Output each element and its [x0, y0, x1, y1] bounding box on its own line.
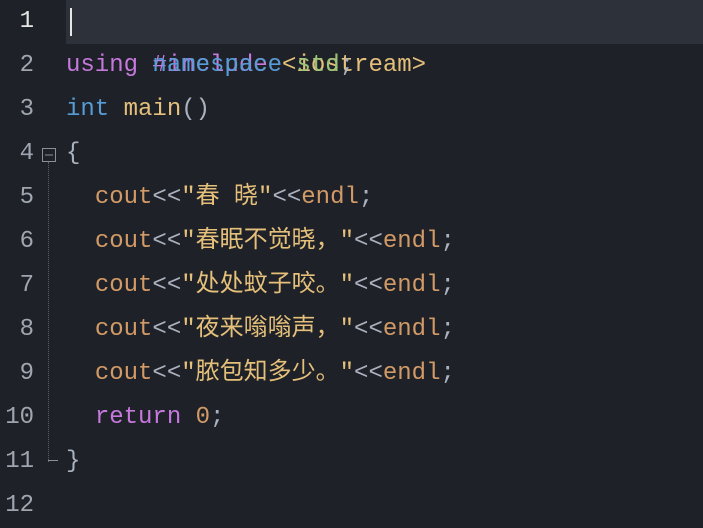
token-keyword: return: [95, 404, 181, 431]
code-area[interactable]: #include <iostream> using namespace std;…: [62, 0, 703, 527]
code-line[interactable]: }: [66, 440, 703, 484]
line-number: 8: [0, 308, 34, 352]
code-line[interactable]: cout<<"夜来嗡嗡声，"<<endl;: [66, 308, 703, 352]
line-number: 10: [0, 396, 34, 440]
code-line[interactable]: return 0;: [66, 396, 703, 440]
token-keyword: using: [66, 52, 138, 79]
line-number: 2: [0, 44, 34, 88]
line-number-gutter: 1 2 3 4 5 6 7 8 9 10 11 12: [0, 0, 40, 527]
code-line[interactable]: cout<<"脓包知多少。"<<endl;: [66, 352, 703, 396]
fold-end-marker: [48, 460, 58, 461]
code-line[interactable]: cout<<"处处蚊子咬。"<<endl;: [66, 264, 703, 308]
token-type: int: [66, 96, 109, 123]
line-number: 7: [0, 264, 34, 308]
line-number: 12: [0, 484, 34, 528]
code-line[interactable]: using namespace std;: [66, 44, 703, 88]
fold-toggle-icon[interactable]: [42, 148, 56, 162]
token-punct: (): [181, 96, 210, 123]
token-string: "处处蚊子咬。": [181, 272, 354, 299]
text-cursor: [70, 8, 72, 36]
code-line[interactable]: [66, 484, 703, 528]
token-string: "脓包知多少。": [181, 360, 354, 387]
token-brace: }: [66, 448, 80, 475]
line-number: 1: [0, 0, 34, 44]
code-editor[interactable]: 1 2 3 4 5 6 7 8 9 10 11 12 #include <ios…: [0, 0, 703, 527]
code-line[interactable]: {: [66, 132, 703, 176]
token-function: main: [124, 96, 182, 123]
fold-gutter: [40, 0, 62, 527]
code-line[interactable]: int main(): [66, 88, 703, 132]
token-string: "春 晓": [181, 184, 272, 211]
line-number: 5: [0, 176, 34, 220]
token-string: "春眠不觉晓，": [181, 228, 354, 255]
fold-guide-line: [48, 162, 49, 462]
line-number: 4: [0, 132, 34, 176]
code-line[interactable]: #include <iostream>: [66, 0, 703, 44]
token-ident: endl: [301, 184, 359, 211]
token-string: "夜来嗡嗡声，": [181, 316, 354, 343]
line-number: 9: [0, 352, 34, 396]
token-ident: cout: [95, 184, 153, 211]
token-number: 0: [196, 404, 210, 431]
code-line[interactable]: cout<<"春 晓"<<endl;: [66, 176, 703, 220]
token-punct: ;: [340, 52, 354, 79]
token-keyword: namespace: [152, 52, 282, 79]
line-number: 6: [0, 220, 34, 264]
token-namespace: std: [296, 52, 339, 79]
line-number: 11: [0, 440, 34, 484]
token-brace: {: [66, 140, 80, 167]
line-number: 3: [0, 88, 34, 132]
code-line[interactable]: cout<<"春眠不觉晓，"<<endl;: [66, 220, 703, 264]
